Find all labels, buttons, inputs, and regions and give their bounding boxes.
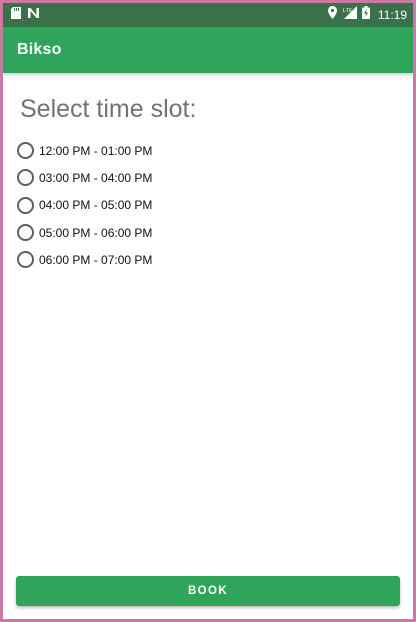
time-slot-option[interactable]: 06:00 PM - 07:00 PM <box>17 246 413 273</box>
app-frame: LTE 11:19 Bikso Select time slot: 12:00 … <box>3 3 413 619</box>
battery-icon <box>361 6 370 24</box>
main-content: Select time slot: 12:00 PM - 01:00 PM 03… <box>3 73 413 273</box>
sd-card-icon <box>11 6 21 24</box>
book-button-container: BOOK <box>16 576 400 606</box>
time-slot-label: 05:00 PM - 06:00 PM <box>39 225 153 240</box>
radio-button-icon[interactable] <box>17 224 34 242</box>
n-notification-icon <box>27 6 40 24</box>
book-button[interactable]: BOOK <box>16 576 400 606</box>
radio-button-icon[interactable] <box>17 169 34 187</box>
time-slot-label: 12:00 PM - 01:00 PM <box>39 143 153 158</box>
time-slot-list: 12:00 PM - 01:00 PM 03:00 PM - 04:00 PM … <box>17 137 413 273</box>
network-label: LTE <box>343 8 353 14</box>
app-bar: Bikso <box>3 27 413 73</box>
status-bar: LTE 11:19 <box>3 3 413 27</box>
time-slot-option[interactable]: 04:00 PM - 05:00 PM <box>17 192 413 219</box>
time-slot-label: 03:00 PM - 04:00 PM <box>39 170 153 185</box>
status-clock: 11:19 <box>377 8 407 22</box>
location-icon <box>327 6 337 24</box>
time-slot-label: 06:00 PM - 07:00 PM <box>39 252 153 267</box>
app-title: Bikso <box>17 41 62 58</box>
time-slot-label: 04:00 PM - 05:00 PM <box>39 198 153 213</box>
radio-button-icon[interactable] <box>17 142 34 160</box>
time-slot-option[interactable]: 05:00 PM - 06:00 PM <box>17 219 413 246</box>
signal-icon: LTE <box>342 6 357 24</box>
time-slot-option[interactable]: 12:00 PM - 01:00 PM <box>17 137 413 164</box>
radio-button-icon[interactable] <box>17 196 34 214</box>
page-title: Select time slot: <box>20 95 197 123</box>
status-right-icons: LTE 11:19 <box>327 6 407 24</box>
radio-button-icon[interactable] <box>17 251 34 269</box>
time-slot-option[interactable]: 03:00 PM - 04:00 PM <box>17 164 413 191</box>
status-left-icons <box>11 6 40 24</box>
